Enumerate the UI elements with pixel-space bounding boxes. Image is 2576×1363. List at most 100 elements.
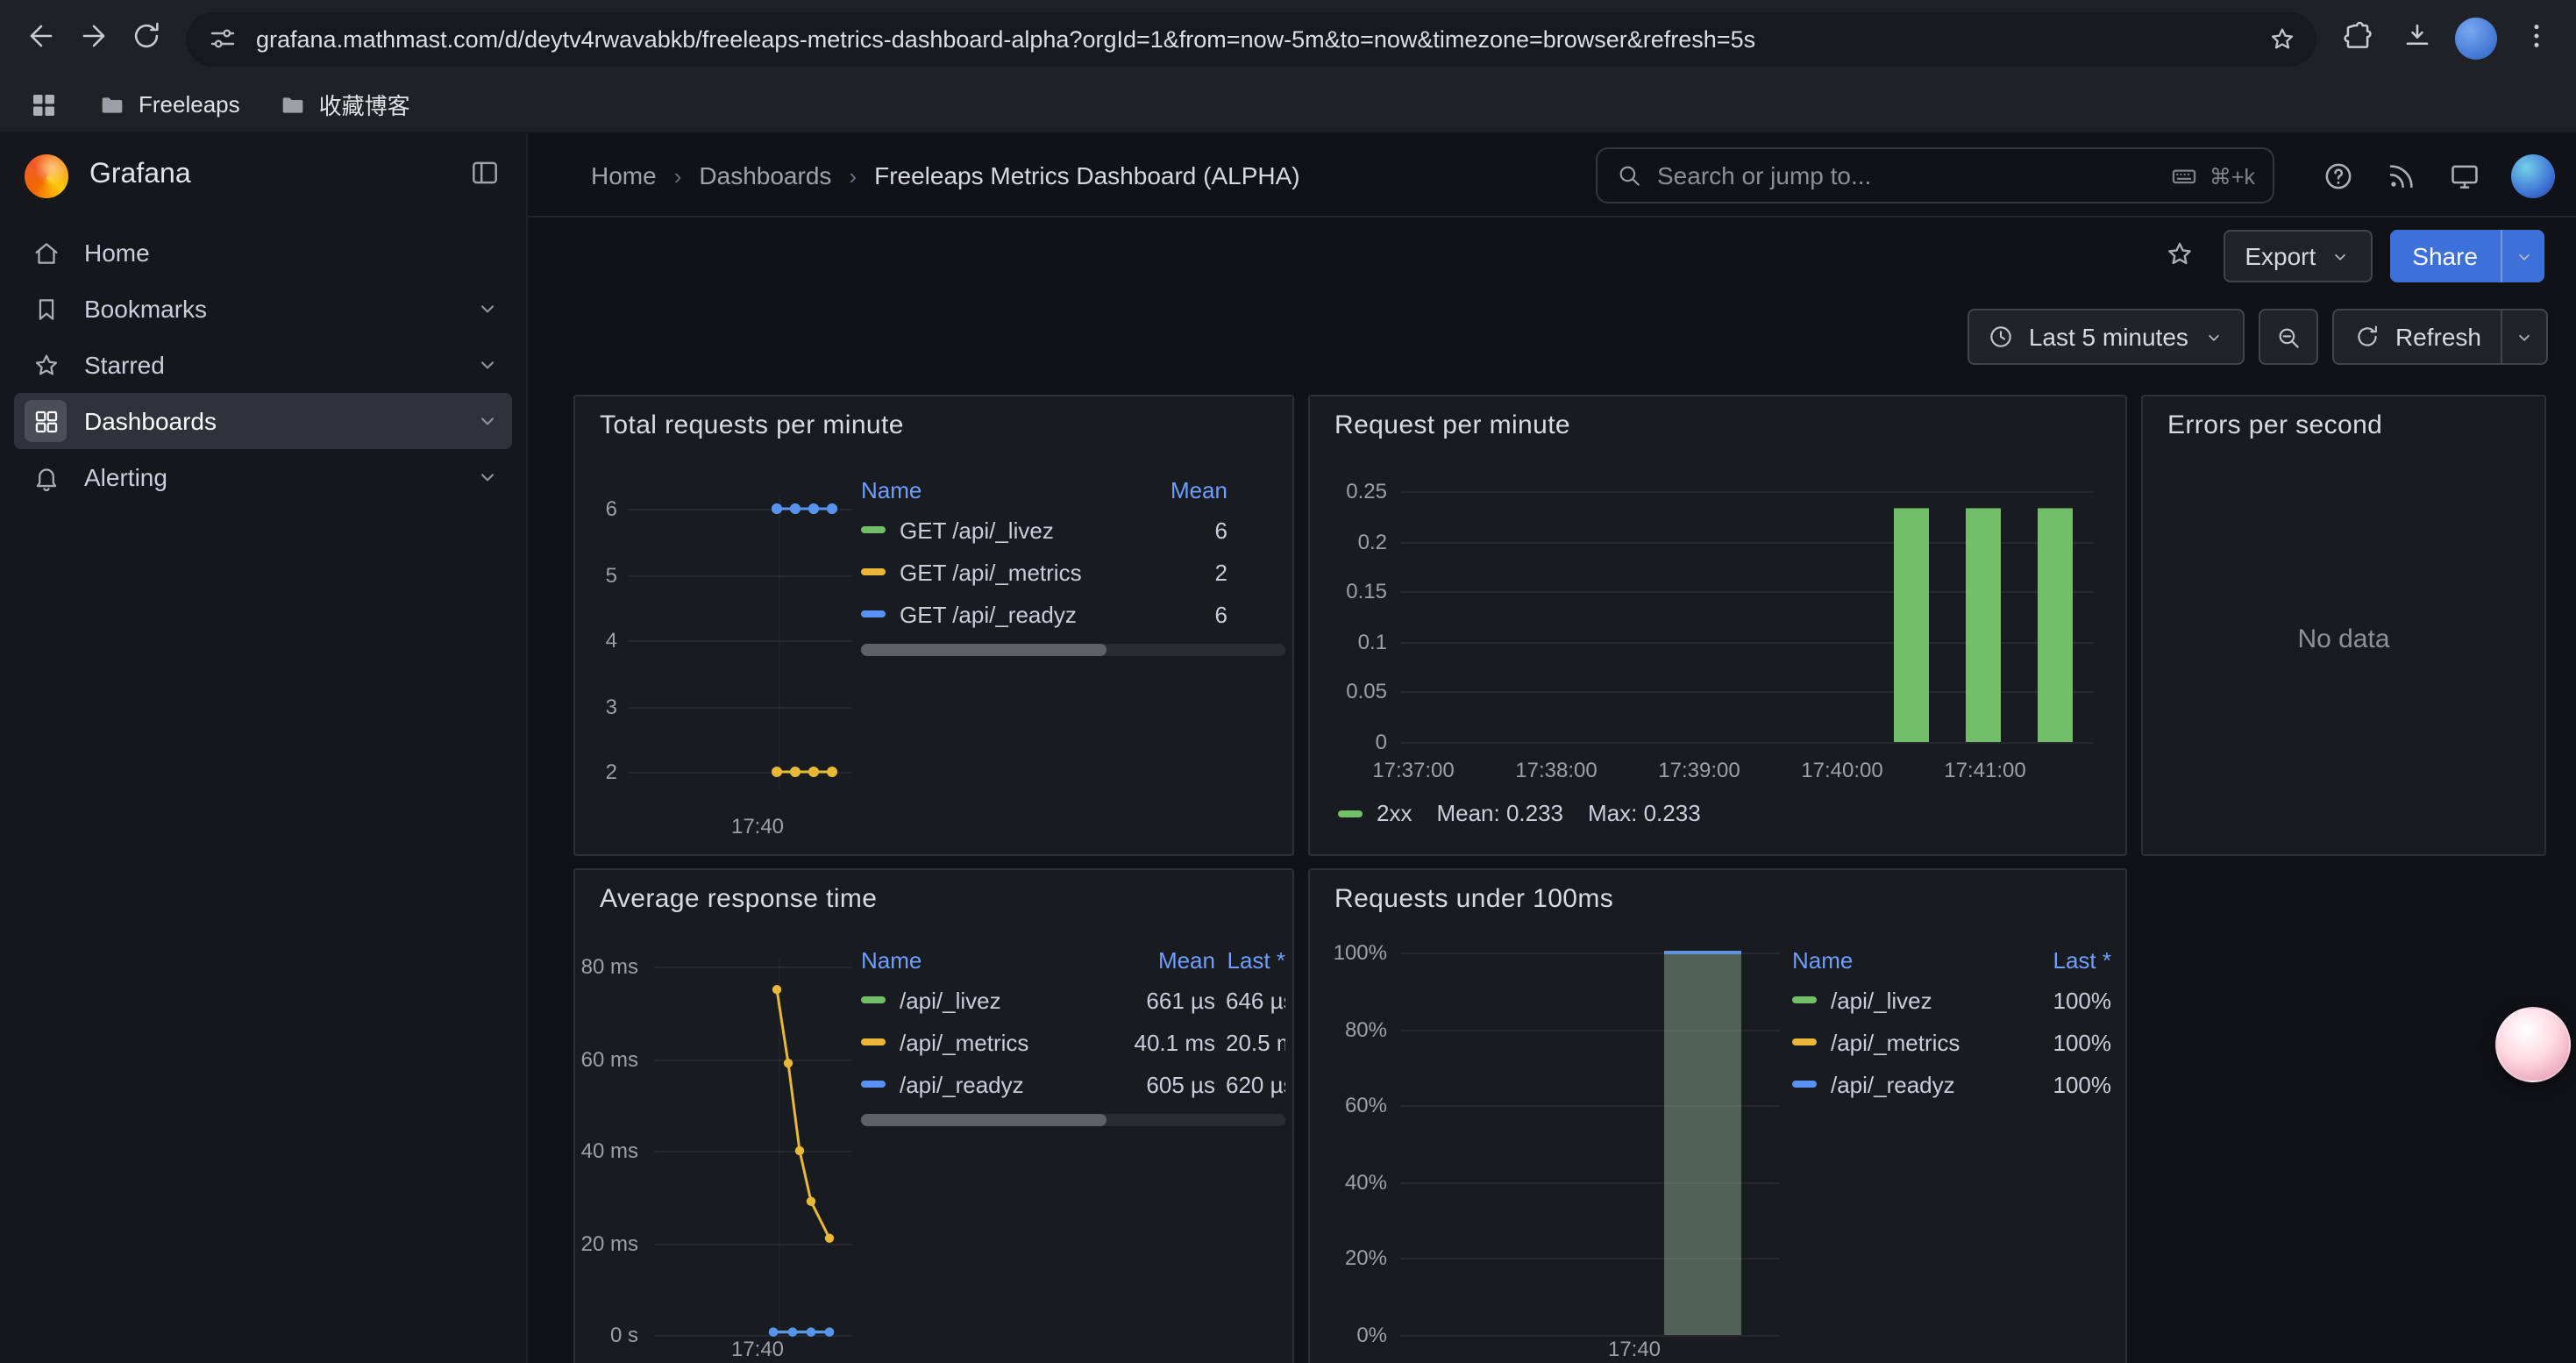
monitor-icon[interactable] bbox=[2448, 159, 2481, 192]
url-bar[interactable]: grafana.mathmast.com/d/deytv4rwavabkb/fr… bbox=[186, 11, 2316, 66]
app-header: Home›Dashboards›Freeleaps Metrics Dashbo… bbox=[528, 133, 2576, 218]
legend-series[interactable]: 2xx bbox=[1338, 800, 1412, 826]
sidebar-item-alerting[interactable]: Alerting bbox=[14, 449, 512, 505]
reload-button[interactable] bbox=[119, 12, 172, 65]
series-swatch bbox=[861, 996, 886, 1003]
keyboard-shortcut: ⌘+k bbox=[2169, 161, 2255, 190]
chevron-down-icon[interactable] bbox=[473, 463, 502, 491]
legend-column-header[interactable]: Last * bbox=[1226, 946, 1285, 973]
series-swatch bbox=[861, 526, 886, 533]
legend-row[interactable]: /api/_metrics40.1 ms20.5 ms bbox=[861, 1021, 1285, 1063]
export-button[interactable]: Export bbox=[2224, 230, 2372, 282]
series-swatch bbox=[861, 1081, 886, 1088]
legend-row[interactable]: /api/_metrics100% bbox=[1792, 1021, 2111, 1063]
legend-row[interactable]: /api/_livez100% bbox=[1792, 979, 2111, 1021]
legend-scrollbar[interactable] bbox=[861, 644, 1285, 656]
news-rss-icon[interactable] bbox=[2385, 159, 2418, 192]
bookmark-folder-freeleaps[interactable]: Freeleaps bbox=[98, 90, 240, 118]
legend-row[interactable]: GET /api/_metrics2 bbox=[861, 551, 1228, 593]
breadcrumb-item[interactable]: Home bbox=[591, 161, 657, 189]
share-button[interactable]: Share bbox=[2389, 230, 2544, 282]
extensions-button[interactable] bbox=[2330, 12, 2383, 65]
browser-menu-button[interactable] bbox=[2509, 12, 2562, 65]
bookmark-folder-blogs[interactable]: 收藏博客 bbox=[279, 88, 410, 121]
breadcrumb-item[interactable]: Dashboards bbox=[699, 161, 831, 189]
grafana-logo[interactable] bbox=[25, 153, 68, 197]
scrollbar-thumb[interactable] bbox=[861, 644, 1107, 656]
site-info-icon[interactable] bbox=[207, 23, 238, 54]
series-layer bbox=[1310, 396, 2129, 858]
time-range-picker[interactable]: Last 5 minutes bbox=[1968, 309, 2245, 365]
forward-button[interactable] bbox=[67, 12, 119, 65]
zoom-out-icon bbox=[2274, 323, 2302, 351]
legend-row[interactable]: GET /api/_livez6 bbox=[861, 509, 1228, 551]
bar-chart: 0.250.20.150.10.05017:37:0017:38:0017:39… bbox=[1310, 396, 2125, 854]
user-avatar[interactable] bbox=[2511, 153, 2555, 197]
home-icon bbox=[25, 232, 67, 274]
chevron-down-icon bbox=[2512, 245, 2535, 268]
series-swatch bbox=[861, 610, 886, 617]
sidebar-item-starred[interactable]: Starred bbox=[14, 337, 512, 393]
back-button[interactable] bbox=[14, 12, 67, 65]
favorite-star-button[interactable] bbox=[2153, 230, 2206, 282]
legend-column-header[interactable]: Last * bbox=[2020, 946, 2111, 973]
legend-column-header[interactable]: Name bbox=[861, 946, 1103, 973]
legend-value: 6 bbox=[1150, 601, 1228, 627]
legend-column-header[interactable]: Name bbox=[1792, 946, 2010, 973]
back-icon bbox=[24, 19, 57, 58]
bookmark-icon bbox=[25, 288, 67, 330]
refresh-button[interactable]: Refresh bbox=[2332, 309, 2548, 365]
legend-column-header[interactable]: Mean bbox=[1114, 946, 1215, 973]
downloads-button[interactable] bbox=[2390, 12, 2443, 65]
panel-request-per-minute: Request per minute 0.250.20.150.10.05017… bbox=[1308, 395, 2127, 856]
series-point bbox=[825, 1234, 834, 1243]
star-icon bbox=[2164, 238, 2195, 275]
chevron-down-icon[interactable] bbox=[473, 295, 502, 323]
sidebar-item-home[interactable]: Home bbox=[14, 225, 512, 281]
legend: 2xx Mean: 0.233 Max: 0.233 bbox=[1338, 800, 1701, 826]
series-name: GET /api/_metrics bbox=[900, 559, 1082, 585]
series-name: /api/_readyz bbox=[900, 1071, 1024, 1097]
refresh-interval-dropdown[interactable] bbox=[2501, 310, 2546, 363]
legend-value: 646 µs bbox=[1226, 987, 1285, 1013]
header-icons bbox=[2322, 133, 2555, 218]
search-input[interactable]: Search or jump to... ⌘+k bbox=[1596, 147, 2274, 203]
browser-profile-avatar[interactable] bbox=[2455, 18, 2497, 60]
browser-toolbar: grafana.mathmast.com/d/deytv4rwavabkb/fr… bbox=[0, 0, 2576, 77]
legend-value: 100% bbox=[2020, 987, 2111, 1013]
legend-row[interactable]: /api/_readyz100% bbox=[1792, 1063, 2111, 1105]
assistant-avatar[interactable] bbox=[2495, 1007, 2571, 1082]
scrollbar-thumb[interactable] bbox=[861, 1114, 1107, 1126]
chevron-down-icon[interactable] bbox=[473, 351, 502, 379]
sidebar-item-dashboards[interactable]: Dashboards bbox=[14, 393, 512, 449]
legend-value: 6 bbox=[1150, 517, 1228, 543]
legend-row[interactable]: GET /api/_readyz6 bbox=[861, 593, 1228, 635]
download-icon bbox=[2400, 19, 2433, 58]
url-text: grafana.mathmast.com/d/deytv4rwavabkb/fr… bbox=[256, 25, 2257, 52]
panel-average-response-time: Average response time 80 ms60 ms40 ms20 … bbox=[573, 868, 1294, 1363]
panel-title[interactable]: Errors per second bbox=[2167, 410, 2382, 440]
bar bbox=[1894, 508, 1929, 742]
legend-scrollbar[interactable] bbox=[861, 1114, 1285, 1126]
bookmark-star-icon[interactable] bbox=[2257, 14, 2306, 63]
dock-menu-button[interactable] bbox=[463, 154, 505, 196]
no-data-message: No data bbox=[2143, 624, 2544, 654]
breadcrumb-separator: › bbox=[674, 162, 682, 189]
clock-icon bbox=[1987, 323, 2015, 351]
series-swatch bbox=[861, 568, 886, 575]
help-icon[interactable] bbox=[2322, 159, 2355, 192]
series-point bbox=[769, 1328, 778, 1337]
zoom-out-button[interactable] bbox=[2259, 309, 2318, 365]
legend-row[interactable]: /api/_livez661 µs646 µs bbox=[861, 979, 1285, 1021]
legend-row[interactable]: /api/_readyz605 µs620 µs bbox=[861, 1063, 1285, 1105]
bell-icon bbox=[25, 456, 67, 498]
sidebar-item-bookmarks[interactable]: Bookmarks bbox=[14, 281, 512, 337]
chevron-down-icon[interactable] bbox=[473, 407, 502, 435]
sidebar-item-label: Home bbox=[84, 239, 150, 267]
apps-grid-icon[interactable] bbox=[28, 89, 60, 120]
share-dropdown[interactable] bbox=[2501, 230, 2544, 282]
legend-column-header[interactable]: Name bbox=[861, 476, 1140, 503]
series-swatch bbox=[861, 1038, 886, 1045]
sidebar-item-label: Alerting bbox=[84, 463, 167, 491]
legend-column-header[interactable]: Mean bbox=[1150, 476, 1228, 503]
